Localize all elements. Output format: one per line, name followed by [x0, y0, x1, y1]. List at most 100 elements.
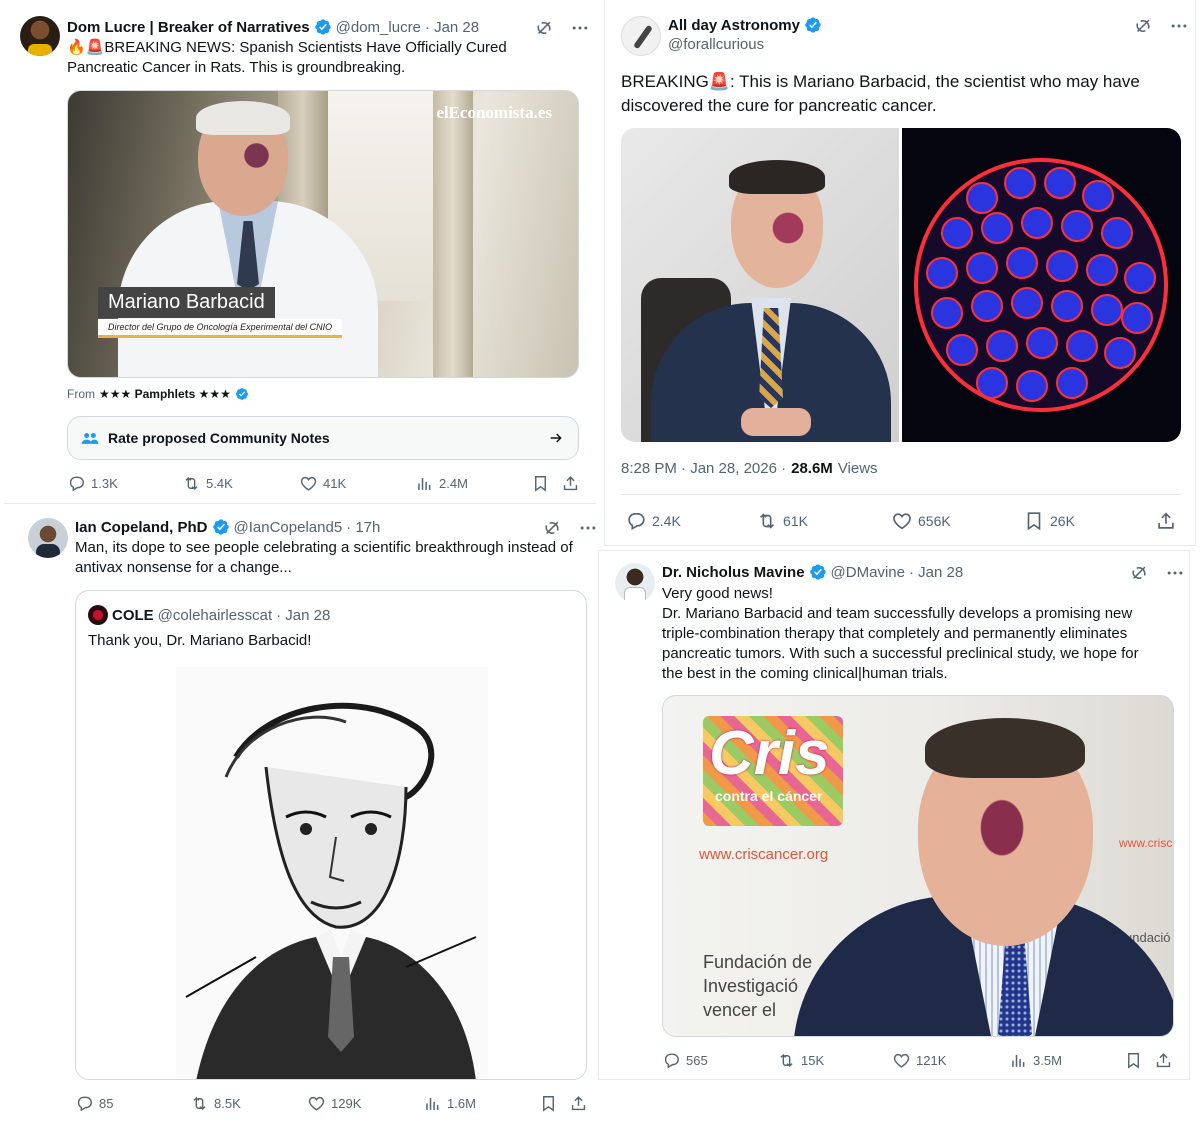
foundation-line-2: Investigació	[703, 976, 799, 996]
from-source-name[interactable]: ★★★ Pamphlets ★★★	[99, 387, 231, 401]
action-bar: 2.4K 61K 656K 26K	[625, 510, 1181, 532]
repost-count: 5.4K	[206, 475, 233, 491]
from-source: From ★★★ Pamphlets ★★★	[67, 387, 249, 401]
tweet-image-grid[interactable]	[621, 128, 1181, 442]
author-handle[interactable]: @forallcurious	[668, 36, 764, 53]
cell-microscopy-image[interactable]	[902, 128, 1181, 442]
share-button[interactable]	[1154, 1051, 1173, 1070]
reply-button[interactable]: 2.4K	[625, 510, 681, 532]
views-button[interactable]: 1.6M	[423, 1094, 476, 1113]
quote-date[interactable]: · Jan 28	[276, 607, 330, 624]
bookmark-button[interactable]	[531, 474, 550, 493]
website-url-right: www.crisc	[1119, 836, 1173, 850]
grok-icon[interactable]	[542, 518, 562, 538]
grok-icon[interactable]	[1133, 16, 1153, 36]
quote-text: Thank you, Dr. Mariano Barbacid!	[88, 632, 312, 649]
verified-badge-icon	[235, 387, 249, 401]
person-hair	[925, 718, 1085, 778]
bookmark-icon	[539, 1094, 558, 1113]
repost-icon	[777, 1051, 796, 1070]
tweet-header: Dr. Nicholus Mavine @DMavine · Jan 28	[662, 563, 963, 581]
tweet-card-ian-copeland[interactable]: Ian Copeland, PhD @IanCopeland5 · 17h Ma…	[12, 508, 604, 1124]
reply-button[interactable]: 565	[662, 1051, 708, 1070]
people-icon	[81, 433, 99, 444]
views-icon	[423, 1094, 442, 1113]
timestamp-text[interactable]: 8:28 PM · Jan 28, 2026 ·	[621, 460, 786, 477]
reply-icon	[662, 1051, 681, 1070]
like-button[interactable]: 41K	[299, 474, 346, 493]
repost-button[interactable]: 5.4K	[182, 474, 233, 493]
like-count: 129K	[331, 1095, 362, 1111]
author-name[interactable]: Dr. Nicholus Mavine	[662, 564, 805, 581]
author-handle[interactable]: @dom_lucre	[336, 19, 421, 36]
tweet-card-dom-lucre[interactable]: Dom Lucre | Breaker of Narratives @dom_l…	[4, 4, 596, 504]
repost-icon	[182, 474, 201, 493]
author-name[interactable]: All day Astronomy	[668, 17, 800, 34]
tweet-date[interactable]: · Jan 28	[909, 564, 963, 581]
reply-button[interactable]: 1.3K	[67, 474, 118, 493]
share-button[interactable]	[561, 474, 580, 493]
more-options-icon[interactable]	[570, 18, 590, 38]
repost-button[interactable]: 15K	[777, 1051, 824, 1070]
author-name[interactable]: Dom Lucre | Breaker of Narratives	[67, 19, 310, 36]
author-name[interactable]: Ian Copeland, PhD	[75, 519, 208, 536]
views-button[interactable]: 3.5M	[1009, 1051, 1062, 1070]
quote-header: COLE @colehairlesscat · Jan 28	[88, 605, 330, 625]
views-count: 3.5M	[1033, 1052, 1062, 1068]
repost-button[interactable]: 61K	[756, 510, 808, 532]
views-count: 28.6M	[791, 460, 833, 477]
tweet-timestamp: 8:28 PM · Jan 28, 2026 · 28.6M Views	[621, 460, 878, 477]
sketch-portrait-image[interactable]	[176, 667, 488, 1079]
more-options-icon[interactable]	[1165, 563, 1185, 583]
views-button[interactable]: 2.4M	[415, 474, 468, 493]
like-icon	[891, 510, 913, 532]
verified-badge-icon	[212, 518, 230, 536]
reply-icon	[75, 1094, 94, 1113]
more-options-icon[interactable]	[1169, 16, 1189, 36]
views-count: 2.4M	[439, 475, 468, 491]
share-icon	[1155, 510, 1177, 532]
quote-author-handle[interactable]: @colehairlesscat	[158, 607, 272, 624]
tweet-date[interactable]: · Jan 28	[425, 19, 479, 36]
repost-button[interactable]: 8.5K	[190, 1094, 241, 1113]
tweet-video[interactable]: elEconomista.es Mariano Barbacid Directo…	[67, 90, 579, 378]
share-icon	[1154, 1051, 1173, 1070]
tweet-text: BREAKING🚨: This is Mariano Barbacid, the…	[621, 72, 1140, 115]
tweet-card-all-day-astronomy[interactable]: All day Astronomy @forallcurious BREAKIN…	[604, 0, 1196, 546]
quote-avatar[interactable]	[88, 605, 108, 625]
quote-tweet[interactable]: COLE @colehairlesscat · Jan 28 Thank you…	[75, 590, 587, 1080]
foundation-line-3: vencer el	[703, 1000, 777, 1020]
lower-third-title: Director del Grupo de Oncología Experime…	[98, 319, 343, 338]
bookmark-button[interactable]: 26K	[1023, 510, 1075, 532]
tweet-image[interactable]: Cris contra el cáncer www.criscancer.org…	[662, 695, 1174, 1037]
portrait-image[interactable]	[621, 128, 899, 442]
views-icon	[415, 474, 434, 493]
share-button[interactable]	[569, 1094, 588, 1113]
avatar[interactable]	[28, 518, 68, 558]
more-options-icon[interactable]	[578, 518, 598, 538]
author-handle[interactable]: @DMavine	[831, 564, 905, 581]
like-button[interactable]: 656K	[891, 510, 951, 532]
like-button[interactable]: 121K	[892, 1051, 946, 1070]
rate-community-notes-label: Rate proposed Community Notes	[108, 430, 330, 446]
avatar[interactable]	[20, 16, 60, 56]
bookmark-button[interactable]	[539, 1094, 558, 1113]
reply-button[interactable]: 85	[75, 1094, 113, 1113]
like-button[interactable]: 129K	[307, 1094, 361, 1113]
rate-community-notes-button[interactable]: Rate proposed Community Notes	[67, 416, 579, 460]
grok-icon[interactable]	[534, 18, 554, 38]
tweet-card-nicholus-mavine[interactable]: Dr. Nicholus Mavine @DMavine · Jan 28 Ve…	[598, 550, 1190, 1080]
from-label: From	[67, 387, 95, 401]
tweet-date[interactable]: · 17h	[346, 519, 380, 536]
like-count: 121K	[916, 1052, 947, 1068]
grok-icon[interactable]	[1129, 563, 1149, 583]
share-button[interactable]	[1155, 510, 1177, 532]
author-handle[interactable]: @IanCopeland5	[234, 519, 343, 536]
avatar[interactable]	[615, 563, 655, 603]
reply-count: 1.3K	[91, 475, 118, 491]
like-icon	[307, 1094, 326, 1113]
quote-author-name[interactable]: COLE	[112, 607, 154, 624]
avatar[interactable]	[621, 16, 661, 56]
bookmark-button[interactable]	[1124, 1051, 1143, 1070]
website-url: www.criscancer.org	[699, 846, 829, 863]
